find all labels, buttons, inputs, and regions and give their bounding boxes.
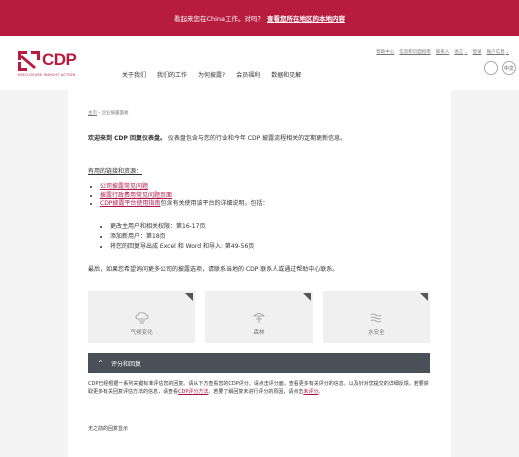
nav-our-work[interactable]: 我们的工作 bbox=[157, 70, 187, 79]
scores-description: CDP已经根据一系列关键标准评估您的回复。请从下方查看您的CDP评分。请点击评分… bbox=[88, 381, 429, 395]
topic-label: 森林 bbox=[253, 330, 265, 336]
list-item: 将您的回复导出成 Excel 和 Word 和导入: 第49-56页 bbox=[110, 242, 254, 252]
main-nav: 关于我们 我们的工作 为何披露? 会员福利 数据和见解 bbox=[122, 70, 301, 79]
welcome-rest: 仪表盘包含与您的行业和今年 CDP 披露流程相关的定期更新信息。 bbox=[167, 135, 347, 142]
content-area: 主页 › 企业披露面板 欢迎来到 CDP 回复仪表盘。 仪表盘包含与您的行业和今… bbox=[0, 90, 519, 457]
list-item: 公司披露常见问题 bbox=[100, 183, 438, 192]
topic-card-climate[interactable]: 气候变化 bbox=[88, 291, 196, 343]
water-icon bbox=[371, 313, 382, 323]
util-link-account[interactable]: 账户信息⌄ bbox=[487, 49, 509, 55]
banner-local-content-link[interactable]: 查看您所在地区的本地内容 bbox=[267, 13, 345, 23]
list-item: 更改主用户和相关权限：第16-17页 bbox=[110, 222, 254, 232]
breadcrumb: 主页 › 企业披露面板 bbox=[88, 110, 129, 116]
welcome-text: 欢迎来到 CDP 回复仪表盘。 仪表盘包含与您的行业和今年 CDP 披露流程相关… bbox=[88, 134, 448, 143]
contact-note: 最后，如果您希望询问更多公司的披露选项，请联系当地的 CDP 联系人或通过帮助中… bbox=[88, 266, 339, 273]
faq-link[interactable]: 公司披露常见问题 bbox=[100, 183, 148, 190]
corner-triangle-icon bbox=[302, 293, 311, 301]
util-link-language[interactable]: 语言⌄ bbox=[454, 49, 467, 55]
tree-icon bbox=[253, 313, 265, 323]
chevron-up-icon: ^ bbox=[98, 359, 104, 367]
breadcrumb-current: 企业披露面板 bbox=[101, 111, 129, 116]
language-button[interactable]: 中文 bbox=[502, 61, 516, 75]
topic-card-forests[interactable]: 森林 bbox=[205, 291, 313, 343]
nav-about[interactable]: 关于我们 bbox=[122, 70, 146, 79]
scoring-method-link[interactable]: CDP评分方法 bbox=[178, 389, 208, 395]
platform-guide-link[interactable]: CDP披露平台使用指南 bbox=[100, 200, 160, 207]
corner-triangle-icon bbox=[419, 293, 428, 301]
topic-label: 水安全 bbox=[368, 330, 385, 336]
site-header: CDP DISCLOSURE INSIGHT ACTION 帮助中心 信息和页面… bbox=[0, 36, 519, 90]
util-link-login[interactable]: 登录 bbox=[473, 49, 482, 55]
chevron-down-icon: ⌄ bbox=[464, 49, 468, 54]
platform-guide-suffix: 包含有关使用该平台的详细说明，包括： bbox=[160, 200, 269, 207]
scores-accordion-header[interactable]: ^ 评分和回复 bbox=[88, 353, 430, 373]
breadcrumb-home[interactable]: 主页 bbox=[88, 111, 97, 116]
welcome-bold: 欢迎来到 CDP 回复仪表盘。 bbox=[88, 135, 166, 142]
cdp-logo-mark-icon bbox=[18, 51, 40, 71]
no-previous-responses: 无之前的回复显示 bbox=[88, 426, 129, 432]
util-link-guide[interactable]: 信息和页面指南 bbox=[399, 49, 431, 55]
search-button[interactable] bbox=[484, 61, 498, 75]
useful-links-heading: 有用的链接和资源： bbox=[88, 168, 143, 175]
dashboard-panel: 主页 › 企业披露面板 欢迎来到 CDP 回复仪表盘。 仪表盘包含与您的行业和今… bbox=[68, 90, 451, 457]
cloud-icon bbox=[135, 312, 149, 324]
not-scored-link[interactable]: 未评分 bbox=[303, 389, 318, 395]
corner-triangle-icon bbox=[185, 293, 194, 301]
topic-cards: 气候变化 森林 水安全 bbox=[88, 291, 430, 343]
logo-wordmark: CDP bbox=[42, 50, 77, 69]
topic-label: 气候变化 bbox=[130, 330, 153, 336]
util-link-help[interactable]: 帮助中心 bbox=[376, 49, 394, 55]
cdp-logo[interactable]: CDP DISCLOSURE INSIGHT ACTION bbox=[18, 50, 78, 79]
nav-why-disclose[interactable]: 为何披露? bbox=[198, 70, 225, 79]
chevron-down-icon: ⌄ bbox=[505, 49, 509, 54]
utility-links: 帮助中心 信息和页面指南 联系人 语言⌄ 登录 账户信息⌄ bbox=[376, 49, 509, 55]
logo-tagline: DISCLOSURE INSIGHT ACTION bbox=[18, 73, 76, 77]
nav-member-benefits[interactable]: 会员福利 bbox=[236, 70, 260, 79]
accordion-title: 评分和回复 bbox=[111, 360, 142, 368]
resource-links: 公司披露常见问题 披露行政费用常见问题页面 CDP披露平台使用指南包含有关使用该… bbox=[98, 183, 438, 209]
util-link-contact[interactable]: 联系人 bbox=[436, 49, 450, 55]
banner-text: 看起来您在China工作。对吗？ bbox=[173, 15, 265, 23]
nav-data-insights[interactable]: 数据和见解 bbox=[271, 70, 301, 79]
breadcrumb-separator: › bbox=[98, 111, 101, 116]
list-item: 披露行政费用常见问题页面 bbox=[100, 192, 438, 201]
list-item: CDP披露平台使用指南包含有关使用该平台的详细说明，包括： bbox=[100, 200, 438, 209]
location-banner: 看起来您在China工作。对吗？ 查看您所在地区的本地内容 bbox=[0, 0, 519, 36]
language-label: 中文 bbox=[503, 65, 514, 72]
admin-fee-faq-link[interactable]: 披露行政费用常见问题页面 bbox=[100, 192, 172, 199]
topic-card-water[interactable]: 水安全 bbox=[322, 291, 430, 343]
guide-sections: 更改主用户和相关权限：第16-17页 添加新用户：第18页 将您的回复导出成 E… bbox=[110, 222, 254, 252]
list-item: 添加新用户：第18页 bbox=[110, 232, 254, 242]
